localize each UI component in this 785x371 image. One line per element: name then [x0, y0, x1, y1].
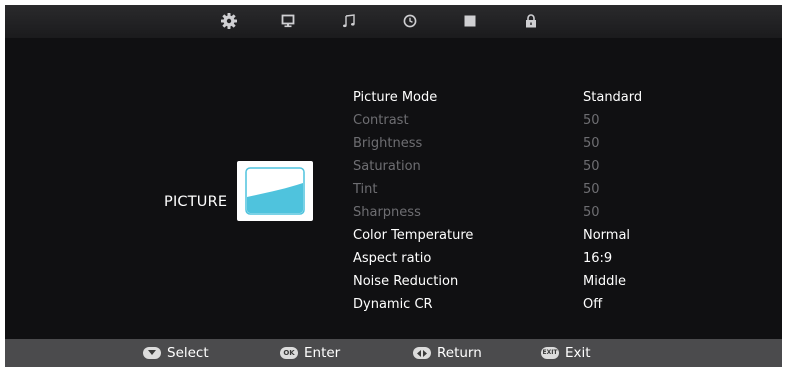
hint-enter: OK Enter	[280, 339, 340, 367]
menu-row-value: Off	[583, 297, 603, 312]
ok-key-icon: OK	[280, 347, 298, 359]
menu-row-value: 50	[583, 159, 600, 174]
tv-menu-screen: PICTURE Picture Mode Standard Contrast 50 Br…	[5, 5, 782, 367]
menu-tab-bar	[5, 5, 782, 38]
left-right-key-icon	[413, 347, 431, 359]
picture-thumbnail-icon	[237, 161, 313, 221]
menu-row-brightness: Brightness 50	[353, 132, 683, 155]
hint-exit-label: Exit	[565, 345, 591, 361]
menu-row-label: Sharpness	[353, 205, 421, 220]
menu-row-label: Saturation	[353, 159, 421, 174]
menu-row-label: Aspect ratio	[353, 251, 432, 266]
menu-row-tint: Tint 50	[353, 178, 683, 201]
menu-row-sharpness: Sharpness 50	[353, 201, 683, 224]
menu-row-value: 50	[583, 182, 600, 197]
hint-bar: Select OK Enter Return EXIT Exit	[5, 339, 782, 367]
menu-row-label: Brightness	[353, 136, 423, 151]
hint-select-label: Select	[167, 345, 209, 361]
menu-row-value: 50	[583, 136, 600, 151]
hint-return: Return	[413, 339, 482, 367]
down-arrow-key-icon	[143, 347, 161, 359]
clock-icon	[403, 14, 417, 28]
menu-row-label: Dynamic CR	[353, 297, 433, 312]
menu-row-aspect-ratio[interactable]: Aspect ratio 16:9	[353, 247, 683, 270]
menu-row-value: Normal	[583, 228, 631, 243]
menu-row-label: Color Temperature	[353, 228, 474, 243]
menu-row-color-temperature[interactable]: Color Temperature Normal	[353, 224, 683, 247]
tab-time[interactable]	[402, 13, 418, 29]
square-icon	[464, 15, 476, 27]
picture-settings-list: Picture Mode Standard Contrast 50 Brightness…	[353, 86, 683, 316]
section-title: PICTURE	[164, 194, 228, 210]
music-note-icon	[343, 14, 355, 28]
tab-channel[interactable]	[462, 13, 478, 29]
tab-sound[interactable]	[341, 13, 357, 29]
hint-exit: EXIT Exit	[541, 339, 591, 367]
menu-row-value: 50	[583, 113, 600, 128]
tab-lock[interactable]	[523, 13, 539, 29]
hint-return-label: Return	[437, 345, 482, 361]
gear-icon	[221, 13, 237, 29]
tab-picture[interactable]	[280, 13, 296, 29]
menu-row-contrast: Contrast 50	[353, 109, 683, 132]
menu-row-label: Tint	[353, 182, 378, 197]
exit-key-icon: EXIT	[541, 347, 559, 359]
menu-row-value: Middle	[583, 274, 626, 289]
menu-row-value: 50	[583, 205, 600, 220]
menu-row-noise-reduction[interactable]: Noise Reduction Middle	[353, 270, 683, 293]
menu-row-dynamic-cr[interactable]: Dynamic CR Off	[353, 293, 683, 316]
monitor-icon	[281, 14, 295, 28]
lock-icon	[526, 14, 536, 28]
menu-row-picture-mode[interactable]: Picture Mode Standard	[353, 86, 683, 109]
menu-row-value: Standard	[583, 90, 643, 105]
menu-row-saturation: Saturation 50	[353, 155, 683, 178]
menu-row-value: 16:9	[583, 251, 613, 266]
menu-row-label: Picture Mode	[353, 90, 438, 105]
tab-settings[interactable]	[221, 13, 237, 29]
menu-row-label: Contrast	[353, 113, 409, 128]
hint-select: Select	[143, 339, 209, 367]
hint-enter-label: Enter	[304, 345, 341, 361]
menu-row-label: Noise Reduction	[353, 274, 459, 289]
